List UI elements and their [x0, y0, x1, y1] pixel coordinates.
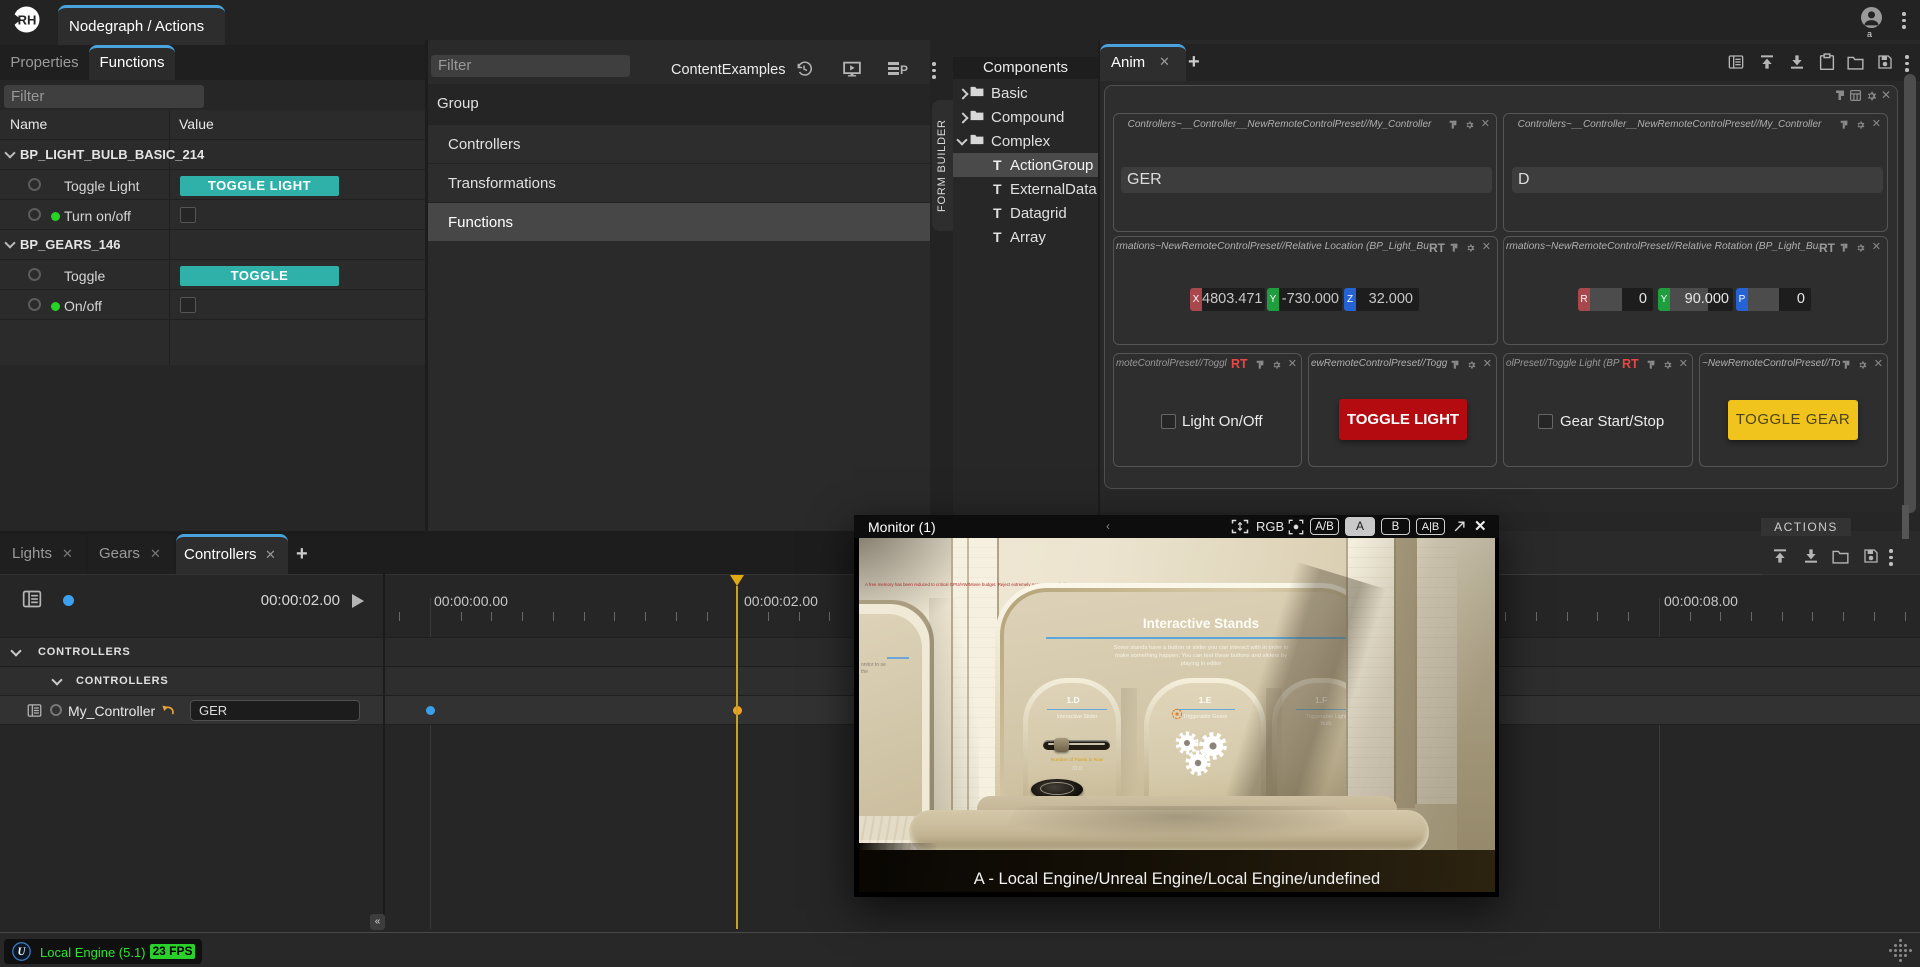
svg-text:RH: RH [18, 13, 37, 28]
svg-text:U: U [17, 946, 26, 958]
